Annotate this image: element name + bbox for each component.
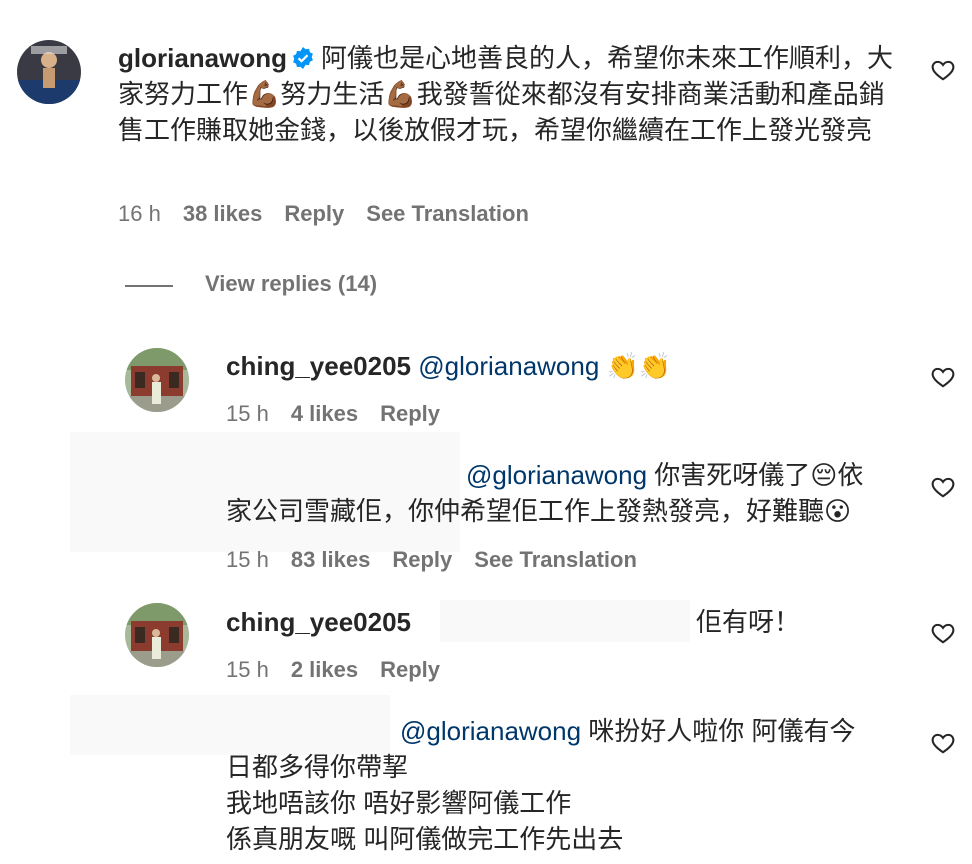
reply-button[interactable]: Reply [380,401,440,426]
view-replies-button[interactable]: View replies (14) [205,271,377,297]
heart-outline-icon[interactable] [930,474,956,500]
see-translation-button[interactable]: See Translation [474,547,637,572]
heart-outline-icon[interactable] [930,364,956,390]
reply-body: @glorianawong 你害死呀儀了😔依 家公司雪藏佢，你仲希望佢工作上發熱… [226,457,916,529]
reply-meta: 15 h 2 likes Reply [226,657,462,683]
heart-outline-icon[interactable] [930,730,956,756]
avatar-image [125,348,189,412]
reply-text-line2: 日都多得你帶挈 [226,752,409,782]
avatar-image [17,40,81,104]
avatar-ching-yee0205[interactable] [125,603,189,667]
reply-text-line3: 我地唔該你 唔好影響阿儀工作 [226,788,572,818]
reply-body: @glorianawong 咪扮好人啦你 阿儀有今 日都多得你帶挈 我地唔該你 … [226,713,916,857]
reply-body: ching_yee0205 @glorianawong 👏👏 [226,348,906,384]
reply-mention[interactable]: @glorianawong [400,716,581,746]
reply-meta: 15 h 4 likes Reply [226,401,462,427]
reply-text: 佢有呀！ [696,607,801,637]
reply-username[interactable]: ching_yee0205 [226,607,411,637]
verified-badge-icon [293,47,313,69]
reply-meta: 15 h 83 likes Reply See Translation [226,547,659,573]
comment-time: 16 h [118,201,161,226]
avatar-image [125,603,189,667]
reply-likes[interactable]: 83 likes [291,547,371,572]
reply-likes[interactable]: 2 likes [291,657,358,682]
reply-emoji: 👏👏 [606,351,672,381]
reply-button[interactable]: Reply [380,657,440,682]
reply-time: 15 h [226,657,269,682]
comment-username[interactable]: glorianawong [118,43,287,73]
comment-body: glorianawong 阿儀也是心地善良的人，希望你未來工作順利，大家努力工作💪… [118,40,898,148]
comment-likes[interactable]: 38 likes [183,201,263,226]
heart-outline-icon[interactable] [930,57,956,83]
reply-time: 15 h [226,401,269,426]
reply-text-line1: 你害死呀儀了😔依 [654,460,864,490]
avatar-ching-yee0205[interactable] [125,348,189,412]
see-translation-button[interactable]: See Translation [366,201,529,226]
avatar-glorianawong[interactable] [17,40,81,104]
reply-likes[interactable]: 4 likes [291,401,358,426]
replies-divider-line [125,285,173,287]
reply-time: 15 h [226,547,269,572]
reply-button[interactable]: Reply [392,547,452,572]
reply-body: ching_yee0205 佢有呀！ [226,604,906,640]
reply-text-line1: 咪扮好人啦你 阿儀有今 [588,716,856,746]
reply-mention[interactable]: @glorianawong [418,351,599,381]
reply-text-line2: 家公司雪藏佢，你仲希望佢工作上發熱發亮，好難聽😮 [226,496,852,526]
reply-text-line4: 係真朋友嘅 叫阿儀做完工作先出去 [226,824,624,854]
heart-outline-icon[interactable] [930,620,956,646]
comment-meta: 16 h 38 likes Reply See Translation [118,201,551,227]
reply-button[interactable]: Reply [284,201,344,226]
reply-username[interactable]: ching_yee0205 [226,351,411,381]
reply-mention[interactable]: @glorianawong [466,460,647,490]
